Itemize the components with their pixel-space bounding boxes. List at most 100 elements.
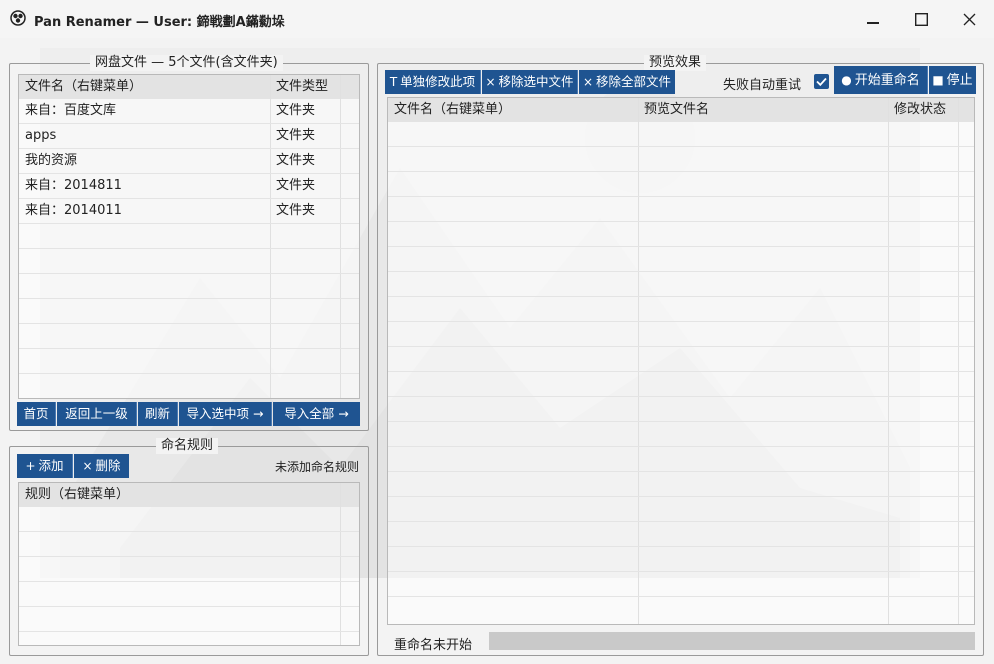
empty-row [19,582,359,607]
rules-group-title: 命名规则 [156,438,219,454]
file-name-cell: 来自：百度文库 [25,103,117,118]
empty-row [19,557,359,582]
netdisk-file-table[interactable]: 文件名（右键菜单） 文件类型 来自：百度文库 文件夹 apps 文件夹 我的资源… [18,74,360,399]
close-button[interactable] [946,0,992,38]
remove-selected-label: 移除选中文件 [498,74,574,89]
minimize-button[interactable] [850,0,896,38]
remove-selected-button[interactable]: × 移除选中文件 [482,70,578,94]
import-selected-button[interactable]: 导入选中项 → [179,402,272,426]
empty-row [19,299,359,324]
file-name-cell: 来自：2014011 [25,203,122,218]
edit-single-button[interactable]: T 单独修改此项 [385,70,481,94]
minimize-icon [867,22,879,24]
file-type-cell: 文件夹 [276,153,316,168]
app-logo-icon [10,10,26,26]
delete-rule-label: 删除 [95,458,121,473]
file-name-cell: 来自：2014811 [25,178,122,193]
empty-row [388,422,974,447]
preview-table[interactable]: 文件名（右键菜单） 预览文件名 修改状态 [387,97,975,625]
back-button[interactable]: 返回上一级 [57,402,137,426]
maximize-button[interactable] [898,0,944,38]
rename-progress-bar [489,632,975,650]
file-name-cell: apps [25,128,57,143]
column-header-filename[interactable]: 文件名（右键菜单） [19,75,270,99]
file-name-cell: 我的资源 [25,153,78,168]
column-header-preview-name[interactable]: 预览文件名 [638,98,888,122]
preview-table-header: 文件名（右键菜单） 预览文件名 修改状态 [388,98,974,122]
empty-row [19,507,359,532]
empty-row [388,447,974,472]
netdisk-table-header: 文件名（右键菜单） 文件类型 [19,75,359,99]
empty-row [19,532,359,557]
empty-row [19,224,359,249]
empty-row [388,497,974,522]
empty-row [388,347,974,372]
remove-all-label: 移除全部文件 [596,74,672,89]
rules-status-text: 未添加命名规则 [275,460,360,474]
remove-all-button[interactable]: × 移除全部文件 [579,70,675,94]
empty-row [19,249,359,274]
auto-retry-checkbox[interactable] [814,74,829,89]
empty-row [388,547,974,572]
rules-table[interactable]: 规则（右键菜单） [18,482,360,646]
table-row[interactable]: 我的资源 文件夹 [19,149,359,174]
empty-row [388,472,974,497]
empty-row [19,607,359,632]
rules-table-header: 规则（右键菜单） [19,483,359,507]
empty-row [388,222,974,247]
refresh-button[interactable]: 刷新 [138,402,178,426]
column-header-filetype[interactable]: 文件类型 [270,75,340,99]
table-row[interactable]: 来自：2014811 文件夹 [19,174,359,199]
file-type-cell: 文件夹 [276,103,316,118]
stop-button[interactable]: ■ 停止 [929,66,976,94]
stop-square-icon: ■ [932,73,944,87]
main-area: 网盘文件 — 5个文件(含文件夹) 文件名（右键菜单） 文件类型 来自：百度文库… [0,38,994,664]
close-icon [963,13,975,25]
empty-row [388,522,974,547]
file-type-cell: 文件夹 [276,203,316,218]
checkmark-icon [816,77,827,87]
delete-rule-button[interactable]: × 删除 [74,454,129,478]
empty-row [19,274,359,299]
text-t-icon: T [389,75,398,89]
empty-row [388,397,974,422]
empty-row [19,324,359,349]
column-header-rule[interactable]: 规则（右键菜单） [19,483,340,507]
start-rename-label: 开始重命名 [854,73,920,88]
table-row[interactable]: 来自：2014011 文件夹 [19,199,359,224]
empty-row [388,147,974,172]
empty-row [388,172,974,197]
empty-row [388,372,974,397]
preview-group-title: 预览效果 [644,55,707,71]
maximize-icon [914,12,928,26]
start-dot-icon: ● [841,73,852,87]
title-bar: Pan Renamer — User: 鍗戦劃A鏋勬垛 [0,0,994,38]
table-row[interactable]: 来自：百度文库 文件夹 [19,99,359,124]
home-button[interactable]: 首页 [17,402,56,426]
delete-x-icon: × [82,459,93,473]
remove-all-x-icon: × [582,75,594,89]
column-header-original-name[interactable]: 文件名（右键菜单） [388,98,638,122]
empty-row [388,247,974,272]
stop-label: 停止 [946,73,973,88]
netdisk-group-title: 网盘文件 — 5个文件(含文件夹) [90,55,283,71]
rename-status-text: 重命名未开始 [394,638,473,653]
empty-row [388,297,974,322]
empty-row [388,197,974,222]
edit-single-label: 单独修改此项 [400,74,476,89]
empty-row [388,122,974,147]
file-type-cell: 文件夹 [276,128,316,143]
plus-icon: + [25,459,36,473]
auto-retry-label: 失败自动重试 [723,78,802,93]
empty-row [19,349,359,374]
empty-row [388,272,974,297]
empty-row [388,322,974,347]
remove-x-icon: × [485,75,496,89]
import-all-button[interactable]: 导入全部 → [273,402,360,426]
file-type-cell: 文件夹 [276,178,316,193]
add-rule-button[interactable]: + 添加 [17,454,73,478]
add-rule-label: 添加 [38,458,64,473]
table-row[interactable]: apps 文件夹 [19,124,359,149]
column-header-status[interactable]: 修改状态 [888,98,958,122]
start-rename-button[interactable]: ● 开始重命名 [834,66,928,94]
